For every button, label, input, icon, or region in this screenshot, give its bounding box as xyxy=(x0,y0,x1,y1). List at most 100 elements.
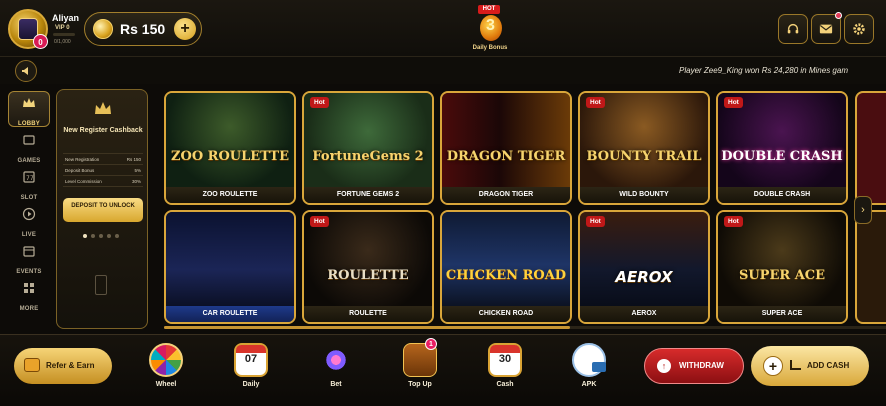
bet-label: Bet xyxy=(330,381,342,388)
game-art-title: CHICKEN ROAD xyxy=(445,268,567,283)
avatar[interactable]: 0 xyxy=(8,9,48,49)
megaphone-icon xyxy=(22,67,28,75)
game-art xyxy=(442,93,570,189)
cash-button[interactable]: 30 Cash xyxy=(480,343,530,403)
balance-pill[interactable]: Rs 150 + xyxy=(84,12,202,46)
hot-badge: Hot xyxy=(724,97,743,108)
game-tile-chicken-road[interactable]: CHICKEN ROAD CHICKEN ROAD xyxy=(440,210,572,324)
game-tile-dragon-tiger[interactable]: DRAGON TIGER DRAGON TIGER xyxy=(440,91,572,205)
slot-icon: 77 xyxy=(23,171,35,183)
settings-button[interactable] xyxy=(844,14,874,44)
horizontal-scrollbar[interactable] xyxy=(164,326,570,329)
game-art xyxy=(442,212,570,308)
carousel-dot[interactable] xyxy=(83,234,87,238)
game-tile-double-crash[interactable]: Hot DOUBLE CRASH DOUBLE CRASH xyxy=(716,91,848,205)
announcement-button[interactable] xyxy=(15,60,37,82)
coin-icon xyxy=(93,19,113,39)
chevron-right-icon[interactable]: › xyxy=(854,196,872,224)
daily-button[interactable]: 07 Daily xyxy=(226,343,276,403)
carousel-dot[interactable] xyxy=(91,234,95,238)
hot-badge: Hot xyxy=(310,216,329,227)
support-button[interactable] xyxy=(778,14,808,44)
row-label: Level Commission xyxy=(65,179,102,184)
top-up-button[interactable]: 1 Top Up xyxy=(395,338,445,403)
game-art-title: AEROX xyxy=(615,268,673,286)
apk-label: APK xyxy=(581,381,597,388)
row-value: 30% xyxy=(131,179,141,184)
game-tile-car-roulette[interactable]: CAR ROULETTE xyxy=(164,210,296,324)
hot-badge: Hot xyxy=(586,216,605,227)
game-art-title: DRAGON TIGER xyxy=(446,149,566,164)
table-row: Level Commission 30% xyxy=(63,176,143,187)
daily-number: 07 xyxy=(244,353,258,365)
bet-button[interactable]: Bet xyxy=(311,343,361,403)
game-tile-zoo-roulette[interactable]: ZOO ROULETTE ZOO ROULETTE xyxy=(164,91,296,205)
top-up-badge: 1 xyxy=(425,338,437,350)
announcement-bar: Player Zee9_King won Rs 24,280 in Mines … xyxy=(0,57,886,84)
sidebar-item-events[interactable]: EVENTS xyxy=(8,240,50,276)
add-cash-label: ADD CASH xyxy=(807,361,850,370)
cashback-title: New Register Cashback xyxy=(63,127,143,134)
sidebar-item-label: SLOT xyxy=(20,195,38,201)
daily-bonus-button[interactable]: HOT Daily Bonus xyxy=(466,3,514,55)
winner-ticker: Player Zee9_King won Rs 24,280 in Mines … xyxy=(679,66,848,75)
svg-text:77: 77 xyxy=(26,175,34,182)
sidebar-item-label: LOBBY xyxy=(18,121,40,127)
username: Aliyan xyxy=(52,13,80,23)
game-tile-super-ace[interactable]: Hot SUPER ACE SUPER ACE xyxy=(716,210,848,324)
sidebar-item-lobby[interactable]: LOBBY xyxy=(8,91,50,127)
cashback-table: New Registration Rs 150 Deposit Bonus 5% L… xyxy=(63,153,143,187)
game-tile-roulette[interactable]: Hot ROULETTE ROULETTE xyxy=(302,210,434,324)
cashback-promo-card[interactable]: New Register Cashback New Registration Rs… xyxy=(56,89,148,329)
game-art-title: DOUBLE CRASH xyxy=(721,149,843,164)
game-name: DRAGON TIGER xyxy=(442,187,570,203)
row-label: Deposit Bonus xyxy=(65,168,95,173)
hot-badge: HOT xyxy=(478,5,500,14)
game-name: FORTUNE GEMS 2 xyxy=(304,187,432,203)
wheel-button[interactable]: Wheel xyxy=(141,343,191,403)
carousel-dot[interactable] xyxy=(115,234,119,238)
apk-download-button[interactable]: APK xyxy=(564,343,614,403)
game-art-title: FortuneGems 2 xyxy=(312,149,424,164)
add-cash-button[interactable]: + ADD CASH xyxy=(751,346,869,386)
gear-icon xyxy=(853,23,865,35)
crown-icon xyxy=(95,102,111,114)
grid-icon xyxy=(24,283,34,293)
sidebar-item-more[interactable]: MORE xyxy=(8,277,50,313)
carousel-dot[interactable] xyxy=(107,234,111,238)
game-name: SUPER ACE xyxy=(718,306,846,322)
plus-icon: + xyxy=(763,356,783,376)
game-art xyxy=(166,212,294,308)
calendar-icon xyxy=(23,246,35,257)
game-name: DOUBLE CRASH xyxy=(718,187,846,203)
refer-label: Refer & Earn xyxy=(46,361,95,370)
daily-bonus-label: Daily Bonus xyxy=(472,45,508,51)
game-tile-aerox[interactable]: Hot AEROX AEROX xyxy=(578,210,710,324)
game-tile-partial[interactable] xyxy=(855,210,886,324)
row-value: Rs 150 xyxy=(126,157,141,162)
hot-badge: Hot xyxy=(724,216,743,227)
refer-and-earn-button[interactable]: Refer & Earn xyxy=(14,348,112,384)
game-art xyxy=(166,93,294,189)
mail-button[interactable] xyxy=(811,12,842,44)
game-name: CAR ROULETTE xyxy=(166,306,294,322)
bottom-bar: Refer & Earn Wheel 07 Daily Bet 1 Top Up… xyxy=(0,334,886,406)
sidebar-item-live[interactable]: LIVE xyxy=(8,203,50,239)
game-art-title: BOUNTY TRAIL xyxy=(586,149,702,164)
add-balance-button[interactable]: + xyxy=(174,18,196,40)
balance-amount: Rs 150 xyxy=(120,21,166,37)
sidebar-item-slot[interactable]: 77 SLOT xyxy=(8,166,50,202)
game-tile-partial[interactable] xyxy=(855,91,886,205)
notification-dot xyxy=(835,12,842,19)
wheel-icon xyxy=(149,343,183,377)
game-art-title: ROULETTE xyxy=(327,268,409,283)
sidebar-item-games[interactable]: GAMES xyxy=(8,129,50,165)
withdraw-button[interactable]: ↑ WITHDRAW xyxy=(644,348,744,384)
deposit-to-unlock-button[interactable]: DEPOSIT TO UNLOCK xyxy=(63,198,143,222)
carousel-dot[interactable] xyxy=(99,234,103,238)
game-tile-fortune-gems-2[interactable]: Hot FortuneGems 2 FORTUNE GEMS 2 xyxy=(302,91,434,205)
gift-icon xyxy=(480,15,502,41)
cash-number: 30 xyxy=(498,353,512,365)
table-row: New Registration Rs 150 xyxy=(63,154,143,165)
game-tile-wild-bounty[interactable]: Hot BOUNTY TRAIL WILD BOUNTY xyxy=(578,91,710,205)
